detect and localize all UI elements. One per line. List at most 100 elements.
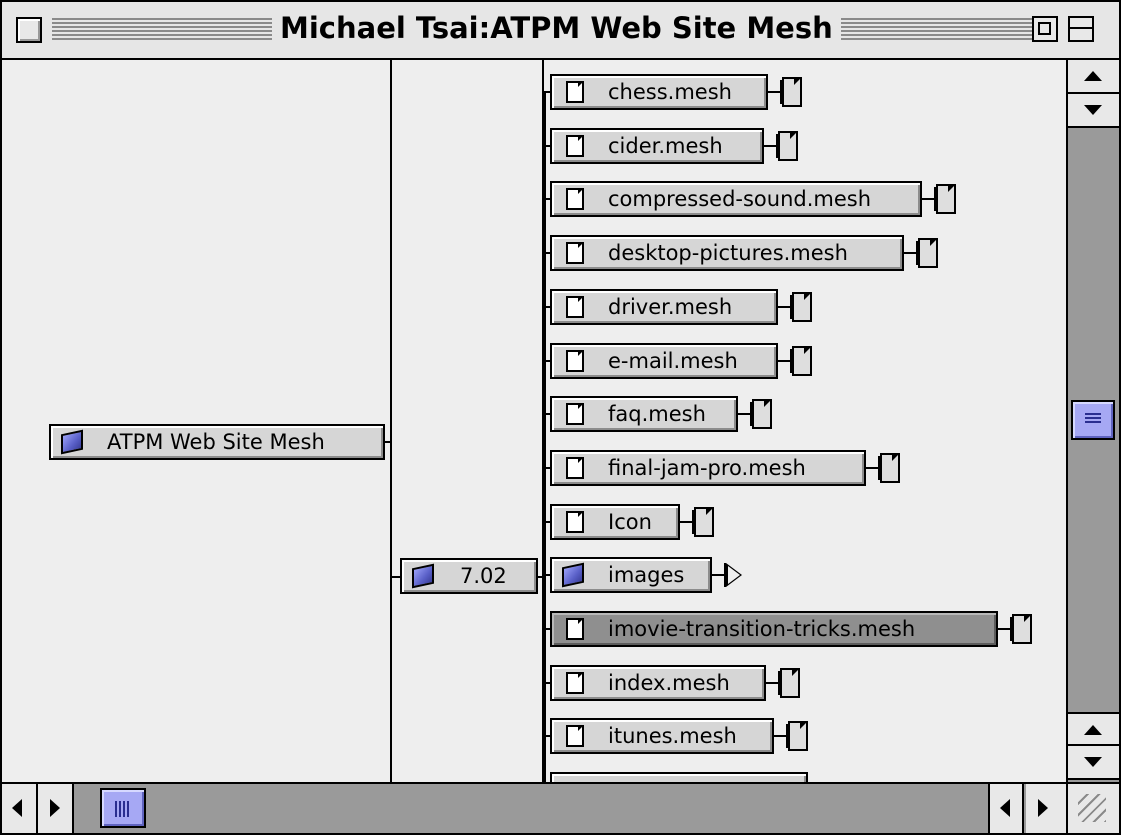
tree-node[interactable]: desktop-pictures.mesh bbox=[550, 235, 904, 271]
folder-icon bbox=[562, 562, 584, 588]
horizontal-scroll-thumb[interactable] bbox=[100, 788, 146, 828]
document-icon[interactable] bbox=[792, 346, 812, 376]
tree-node-label: Icon bbox=[608, 510, 652, 534]
tree-node-label: chess.mesh bbox=[608, 80, 732, 104]
document-icon bbox=[566, 296, 584, 318]
scroll-left-button[interactable] bbox=[988, 784, 1024, 833]
tree-node-label: imovie-transition-tricks.mesh bbox=[608, 617, 916, 641]
tree-node[interactable]: compressed-sound.mesh bbox=[550, 181, 922, 217]
arrow-down-icon bbox=[1084, 757, 1102, 767]
tree-connector bbox=[385, 441, 392, 443]
tree-node-label: 7.02 bbox=[460, 564, 507, 588]
tree-node-label: images bbox=[608, 563, 685, 587]
tree-node-label: desktop-pictures.mesh bbox=[608, 241, 848, 265]
tree-node-label: compressed-sound.mesh bbox=[608, 187, 872, 211]
tree-node-label: index.mesh bbox=[608, 671, 730, 695]
finder-window: Michael Tsai:ATPM Web Site Mesh ATPM Web… bbox=[0, 0, 1121, 835]
arrow-left-icon bbox=[1000, 799, 1010, 817]
tree-connector bbox=[738, 413, 750, 415]
document-icon bbox=[566, 135, 584, 157]
document-icon[interactable] bbox=[778, 131, 798, 161]
tree-node-label: final-jam-pro.mesh bbox=[608, 456, 806, 480]
tree-connector bbox=[998, 628, 1010, 630]
window-title: Michael Tsai:ATPM Web Site Mesh bbox=[272, 6, 841, 50]
document-icon bbox=[566, 672, 584, 694]
tree-node-root[interactable]: ATPM Web Site Mesh bbox=[49, 424, 385, 460]
document-icon[interactable] bbox=[918, 238, 938, 268]
tree-node[interactable]: cider.mesh bbox=[550, 128, 764, 164]
tree-node[interactable]: e-mail.mesh bbox=[550, 343, 778, 379]
document-icon bbox=[566, 725, 584, 747]
column-divider bbox=[390, 60, 392, 782]
document-icon[interactable] bbox=[752, 399, 772, 429]
document-icon[interactable] bbox=[1012, 614, 1032, 644]
tree-node-label: e-mail.mesh bbox=[608, 349, 738, 373]
scroll-up-button[interactable] bbox=[1068, 712, 1119, 746]
expand-arrow-icon[interactable] bbox=[726, 563, 742, 587]
tree-connector bbox=[866, 467, 878, 469]
close-box-button[interactable] bbox=[16, 17, 42, 43]
horizontal-scrollbar[interactable] bbox=[2, 782, 1066, 833]
tree-node-partial[interactable] bbox=[550, 772, 808, 782]
tree-node[interactable]: final-jam-pro.mesh bbox=[550, 450, 866, 486]
tree-node[interactable]: itunes.mesh bbox=[550, 718, 774, 754]
tree-node[interactable]: driver.mesh bbox=[550, 289, 778, 325]
tree-node[interactable]: images bbox=[550, 557, 712, 593]
resize-grow-box[interactable] bbox=[1066, 782, 1119, 833]
document-icon bbox=[566, 618, 584, 640]
arrow-right-icon bbox=[50, 799, 60, 817]
tree-node[interactable]: imovie-transition-tricks.mesh bbox=[550, 611, 998, 647]
tree-connector bbox=[922, 198, 934, 200]
document-icon bbox=[566, 457, 584, 479]
arrow-up-icon bbox=[1084, 71, 1102, 81]
tree-node[interactable]: Icon bbox=[550, 504, 680, 540]
tree-node-label: driver.mesh bbox=[608, 295, 733, 319]
tree-node[interactable]: chess.mesh bbox=[550, 74, 768, 110]
document-icon bbox=[566, 188, 584, 210]
document-icon bbox=[566, 81, 584, 103]
title-bar[interactable]: Michael Tsai:ATPM Web Site Mesh bbox=[2, 2, 1119, 60]
tree-connector bbox=[544, 92, 546, 782]
scroll-down-button[interactable] bbox=[1068, 746, 1119, 780]
document-icon[interactable] bbox=[694, 507, 714, 537]
tree-connector bbox=[766, 682, 778, 684]
document-icon bbox=[566, 350, 584, 372]
collapse-box-button[interactable] bbox=[1068, 16, 1094, 42]
tree-connector bbox=[774, 735, 786, 737]
scroll-down-button[interactable] bbox=[1068, 94, 1119, 128]
document-icon bbox=[566, 511, 584, 533]
document-icon[interactable] bbox=[936, 184, 956, 214]
arrow-up-icon bbox=[1084, 725, 1102, 735]
document-icon[interactable] bbox=[782, 77, 802, 107]
tree-connector bbox=[712, 574, 724, 576]
scroll-up-button[interactable] bbox=[1068, 60, 1119, 94]
folder-icon bbox=[61, 429, 83, 455]
tree-node-label: ATPM Web Site Mesh bbox=[107, 430, 325, 454]
zoom-box-button[interactable] bbox=[1032, 16, 1058, 42]
tree-connector bbox=[778, 306, 790, 308]
document-icon[interactable] bbox=[788, 721, 808, 751]
scroll-right-button[interactable] bbox=[1026, 784, 1066, 833]
document-icon bbox=[566, 403, 584, 425]
mesh-tree-view: ATPM Web Site Mesh 7.02 chess.mesh cider.… bbox=[2, 60, 1066, 782]
tree-node[interactable]: index.mesh bbox=[550, 665, 766, 701]
tree-node-7-02[interactable]: 7.02 bbox=[400, 558, 538, 594]
scroll-left-button[interactable] bbox=[2, 784, 38, 833]
tree-node-label: faq.mesh bbox=[608, 402, 706, 426]
tree-connector bbox=[680, 521, 692, 523]
tree-connector bbox=[764, 145, 776, 147]
document-icon[interactable] bbox=[780, 668, 800, 698]
vertical-scroll-thumb[interactable] bbox=[1071, 400, 1115, 440]
arrow-down-icon bbox=[1084, 105, 1102, 115]
scroll-right-button[interactable] bbox=[38, 784, 74, 833]
tree-node-label: itunes.mesh bbox=[608, 724, 737, 748]
tree-connector bbox=[392, 576, 400, 578]
document-icon[interactable] bbox=[792, 292, 812, 322]
tree-connector bbox=[904, 252, 916, 254]
tree-connector bbox=[778, 360, 790, 362]
tree-node[interactable]: faq.mesh bbox=[550, 396, 738, 432]
tree-connector bbox=[768, 91, 780, 93]
vertical-scrollbar[interactable] bbox=[1066, 60, 1119, 782]
arrow-left-icon bbox=[12, 799, 22, 817]
document-icon[interactable] bbox=[880, 453, 900, 483]
